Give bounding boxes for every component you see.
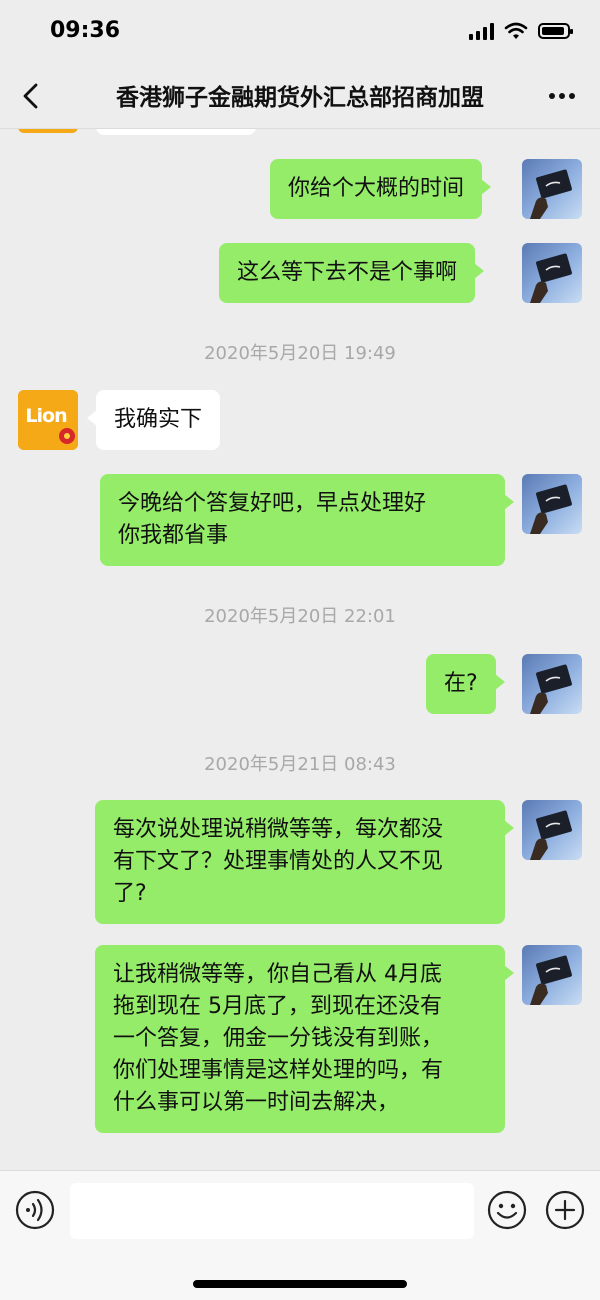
message-bubble-sent[interactable]: 这么等下去不是个事啊 <box>219 243 485 303</box>
timestamp: 2020年5月20日 19:49 <box>204 343 396 364</box>
battery-icon <box>538 23 573 39</box>
message-bubble-sent[interactable]: 每次说处理说稍微等等，每次都没 有下文了？处理事情处的人又不见 了? <box>95 800 514 924</box>
wifi-icon <box>504 22 528 39</box>
self-avatar[interactable] <box>522 800 582 860</box>
status-bar: 09:36 <box>0 0 600 64</box>
chat-message-list[interactable]: 你给个大概的时间 这么等下去不是个事啊 2020年5月20日 19:49 Lio… <box>0 129 600 1170</box>
self-avatar[interactable] <box>522 159 582 219</box>
home-indicator <box>193 1280 407 1288</box>
hand-holding-card-icon <box>530 664 572 714</box>
emoji-icon[interactable] <box>486 1189 528 1231</box>
voice-input-icon[interactable] <box>14 1189 56 1231</box>
cellular-signal-icon <box>469 22 494 40</box>
navigation-bar: 香港狮子金融期货外汇总部招商加盟 <box>0 64 600 129</box>
status-icons <box>469 22 573 40</box>
status-time: 09:36 <box>50 18 121 43</box>
message-bubble-received[interactable]: 我确实下 <box>86 390 221 450</box>
back-arrow-icon[interactable] <box>14 78 50 114</box>
self-avatar[interactable] <box>522 243 582 303</box>
contact-avatar-partial[interactable] <box>18 129 78 133</box>
message-bubble-sent[interactable]: 今晚给个答复好吧，早点处理好 你我都省事 <box>100 474 514 566</box>
hand-holding-card-icon <box>530 810 572 860</box>
hand-holding-card-icon <box>530 253 572 303</box>
self-avatar[interactable] <box>522 945 582 1005</box>
lion-logo-text: Lion <box>25 405 67 427</box>
timestamp: 2020年5月20日 22:01 <box>204 606 396 627</box>
timestamp: 2020年5月21日 08:43 <box>204 754 396 775</box>
self-avatar[interactable] <box>522 654 582 714</box>
message-bubble-sent[interactable]: 你给个大概的时间 <box>270 159 492 219</box>
contact-avatar[interactable]: Lion <box>18 390 78 450</box>
message-input[interactable] <box>70 1183 474 1239</box>
message-bubble-sent[interactable]: 让我稍微等等，你自己看从 4月底 拖到现在 5月底了，到现在还没有 一个答复，佣… <box>95 945 514 1133</box>
plus-icon[interactable] <box>544 1189 586 1231</box>
hand-holding-card-icon <box>530 484 572 534</box>
chat-title: 香港狮子金融期货外汇总部招商加盟 <box>116 85 484 111</box>
more-options-icon[interactable] <box>538 78 586 114</box>
message-bubble-partial <box>96 129 256 135</box>
self-avatar[interactable] <box>522 474 582 534</box>
hand-holding-card-icon <box>530 169 572 219</box>
hand-holding-card-icon <box>530 955 572 1005</box>
message-bubble-sent[interactable]: 在? <box>426 654 505 714</box>
